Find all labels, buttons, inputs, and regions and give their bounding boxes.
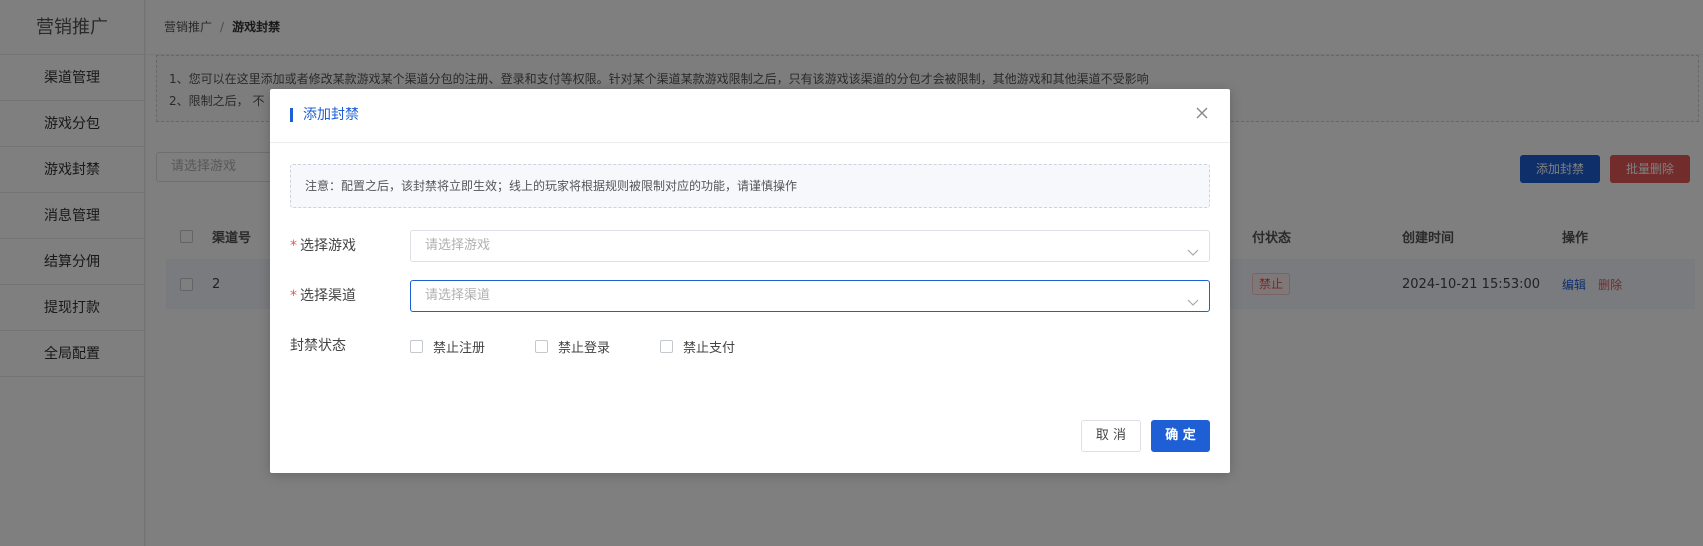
ban-register-option[interactable]: 禁止注册: [410, 337, 485, 356]
dialog-notice: 注意：配置之后，该封禁将立即生效；线上的玩家将根据规则被限制对应的功能，请谨慎操…: [290, 164, 1210, 208]
form-row-status: 封禁状态 禁止注册 禁止登录 禁止支付: [290, 330, 1210, 362]
chevron-down-icon: [1187, 290, 1199, 306]
confirm-button[interactable]: 确 定: [1151, 420, 1210, 452]
game-select[interactable]: 请选择游戏: [410, 230, 1210, 262]
channel-select-placeholder: 请选择渠道: [425, 288, 491, 303]
ban-payment-option[interactable]: 禁止支付: [660, 337, 735, 356]
ban-login-checkbox[interactable]: [535, 339, 549, 353]
game-select-placeholder: 请选择游戏: [425, 238, 491, 253]
dialog-header: 添加封禁: [270, 89, 1230, 143]
ban-register-checkbox[interactable]: [410, 339, 423, 353]
chevron-down-icon: [1187, 240, 1199, 256]
dialog-title: 添加封禁: [290, 108, 359, 122]
ban-options: 禁止注册 禁止登录 禁止支付: [410, 330, 785, 362]
close-icon[interactable]: [1192, 103, 1212, 123]
status-field-label: 封禁状态: [290, 338, 346, 354]
required-asterisk: *: [290, 288, 297, 304]
form-row-game: * 选择游戏 请选择游戏: [290, 230, 1210, 262]
form-row-channel: * 选择渠道 请选择渠道: [290, 280, 1210, 312]
ban-payment-checkbox[interactable]: [660, 339, 674, 353]
channel-select[interactable]: 请选择渠道: [410, 280, 1210, 312]
cancel-button[interactable]: 取 消: [1081, 420, 1141, 452]
game-field-label: * 选择游戏: [290, 238, 356, 254]
required-asterisk: *: [290, 238, 297, 254]
add-ban-dialog: 添加封禁 注意：配置之后，该封禁将立即生效；线上的玩家将根据规则被限制对应的功能…: [270, 89, 1230, 473]
channel-field-label: * 选择渠道: [290, 288, 356, 304]
ban-login-option[interactable]: 禁止登录: [535, 337, 610, 356]
